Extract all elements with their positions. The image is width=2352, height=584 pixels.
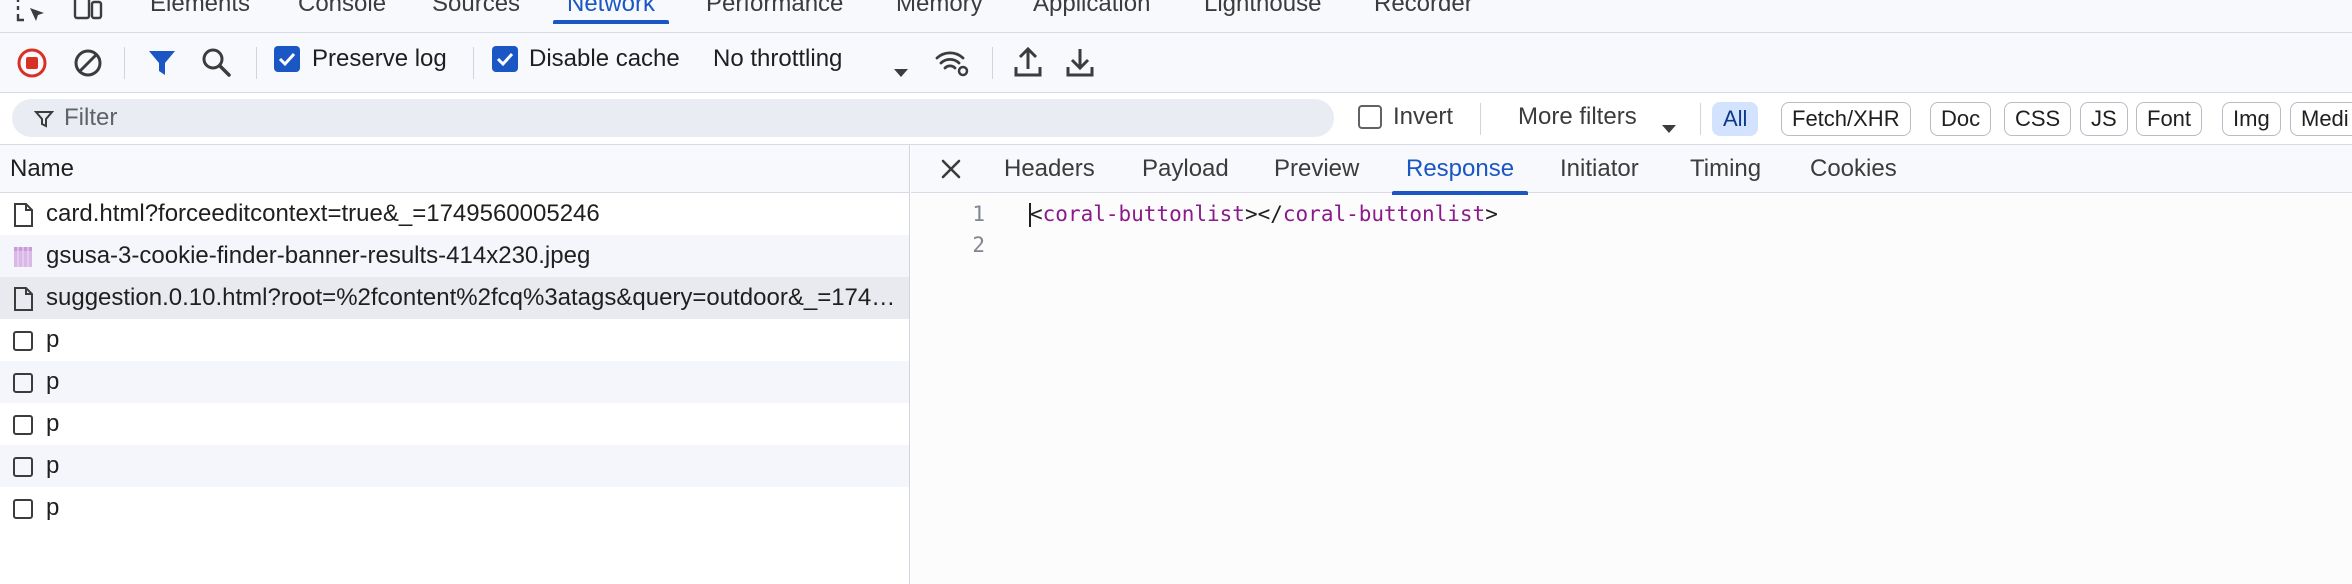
document-icon — [12, 203, 34, 234]
tab-preview[interactable]: Preview — [1274, 154, 1359, 184]
request-name: card.html?forceeditcontext=true&_=174956… — [46, 200, 600, 227]
import-har-icon[interactable] — [1012, 45, 1044, 86]
throttling-select[interactable]: No throttling — [713, 44, 842, 74]
disable-cache-checkbox[interactable] — [492, 46, 518, 72]
tab-application[interactable]: Application — [1033, 0, 1150, 32]
name-column-header[interactable]: Name — [0, 145, 909, 193]
request-row[interactable]: p — [0, 403, 909, 445]
devtools-tab-bar: Elements Console Sources Network Perform… — [0, 0, 2352, 33]
filter-chip-doc[interactable]: Doc — [1930, 102, 1992, 136]
checkbox-icon — [12, 497, 34, 528]
line-number: 1 — [972, 202, 985, 226]
filter-icon — [33, 108, 55, 136]
chevron-down-icon[interactable] — [892, 58, 910, 86]
tab-performance[interactable]: Performance — [706, 0, 843, 32]
checkbox-icon — [12, 455, 34, 486]
line-number: 2 — [972, 233, 985, 257]
request-name: p — [46, 368, 60, 395]
checkbox-icon — [12, 413, 34, 444]
toolbar-separator — [124, 47, 125, 79]
request-name: p — [46, 452, 60, 479]
tab-console[interactable]: Console — [298, 0, 386, 32]
tab-elements[interactable]: Elements — [150, 0, 250, 32]
code-bracket: > — [1485, 202, 1498, 226]
filter-bar: Invert More filters All Fetch/XHR Doc CS… — [0, 93, 2352, 145]
filter-box — [12, 99, 1334, 137]
code-text: <coral-buttonlist></coral-buttonlist> — [1030, 199, 1498, 230]
toolbar-separator — [256, 47, 257, 79]
filter-chip-fetch-xhr[interactable]: Fetch/XHR — [1781, 102, 1911, 136]
request-list: Name card.html?forceeditcontext=true&_=1… — [0, 145, 910, 584]
request-row[interactable]: card.html?forceeditcontext=true&_=174956… — [0, 193, 909, 235]
export-har-icon[interactable] — [1064, 45, 1096, 86]
filter-chip-media[interactable]: Medi — [2290, 102, 2352, 136]
tab-memory[interactable]: Memory — [896, 0, 983, 32]
code-tag: coral-buttonlist — [1282, 202, 1486, 226]
request-row[interactable]: p — [0, 445, 909, 487]
toolbar-separator — [992, 47, 993, 79]
request-name: p — [46, 494, 60, 521]
image-icon — [12, 245, 34, 276]
invert-checkbox[interactable] — [1358, 105, 1382, 129]
request-name: gsusa-3-cookie-finder-banner-results-414… — [46, 242, 591, 269]
preserve-log-label: Preserve log — [312, 45, 447, 72]
more-filters-button[interactable]: More filters — [1518, 102, 1637, 132]
request-name: p — [46, 410, 60, 437]
search-icon[interactable] — [200, 46, 232, 85]
device-toolbar-icon[interactable] — [70, 0, 106, 28]
name-column-label: Name — [10, 155, 75, 182]
filter-separator — [1700, 103, 1701, 135]
tab-headers[interactable]: Headers — [1004, 154, 1095, 184]
filter-chip-all[interactable]: All — [1712, 102, 1759, 136]
preserve-log-checkbox[interactable] — [274, 46, 300, 72]
filter-chip-font[interactable]: Font — [2136, 102, 2203, 136]
tab-lighthouse[interactable]: Lighthouse — [1204, 0, 1321, 32]
details-tab-bar: Headers Payload Preview Response Initiat… — [911, 145, 2352, 195]
code-bracket: ></ — [1244, 202, 1283, 226]
code-tag: coral-buttonlist — [1042, 202, 1245, 226]
document-icon — [12, 287, 34, 318]
tab-initiator[interactable]: Initiator — [1560, 154, 1639, 184]
close-icon[interactable] — [937, 155, 965, 183]
inspect-element-icon[interactable] — [14, 0, 50, 28]
network-conditions-icon[interactable] — [934, 47, 970, 86]
invert-label: Invert — [1393, 103, 1454, 130]
response-code-view[interactable]: 1 <coral-buttonlist></coral-buttonlist> … — [911, 199, 2352, 261]
request-row-selected[interactable]: suggestion.0.10.html?root=%2fcontent%2fc… — [0, 277, 909, 319]
tab-network[interactable]: Network — [552, 0, 670, 32]
request-row[interactable]: p — [0, 487, 909, 529]
filter-chip-css[interactable]: CSS — [2004, 102, 2072, 136]
request-details: Headers Payload Preview Response Initiat… — [911, 145, 2352, 584]
tab-sources[interactable]: Sources — [432, 0, 520, 32]
filter-funnel-icon[interactable] — [146, 47, 178, 86]
checkbox-icon — [12, 329, 34, 360]
stop-recording-icon[interactable] — [16, 47, 48, 86]
code-bracket: < — [1030, 202, 1043, 226]
checkbox-icon — [12, 371, 34, 402]
tab-cookies[interactable]: Cookies — [1810, 154, 1897, 184]
code-line: 1 <coral-buttonlist></coral-buttonlist> — [911, 199, 2352, 230]
tab-timing[interactable]: Timing — [1690, 154, 1761, 184]
request-row[interactable]: gsusa-3-cookie-finder-banner-results-414… — [0, 235, 909, 277]
code-line: 2 — [911, 230, 2352, 261]
toolbar-separator — [473, 47, 474, 79]
tab-recorder[interactable]: Recorder — [1374, 0, 1473, 32]
filter-input[interactable] — [64, 103, 1264, 133]
request-row[interactable]: p — [0, 319, 909, 361]
chevron-down-icon[interactable] — [1660, 114, 1678, 142]
tab-response[interactable]: Response — [1391, 154, 1529, 195]
network-toolbar: Preserve log Disable cache No throttling — [0, 33, 2352, 93]
request-name: p — [46, 326, 60, 353]
request-name: suggestion.0.10.html?root=%2fcontent%2fc… — [46, 284, 896, 311]
filter-separator — [1480, 103, 1481, 135]
filter-chip-img[interactable]: Img — [2222, 102, 2281, 136]
clear-icon[interactable] — [72, 47, 104, 86]
tab-payload[interactable]: Payload — [1142, 154, 1229, 184]
disable-cache-label: Disable cache — [529, 45, 680, 72]
filter-chip-js[interactable]: JS — [2080, 102, 2128, 136]
request-row[interactable]: p — [0, 361, 909, 403]
